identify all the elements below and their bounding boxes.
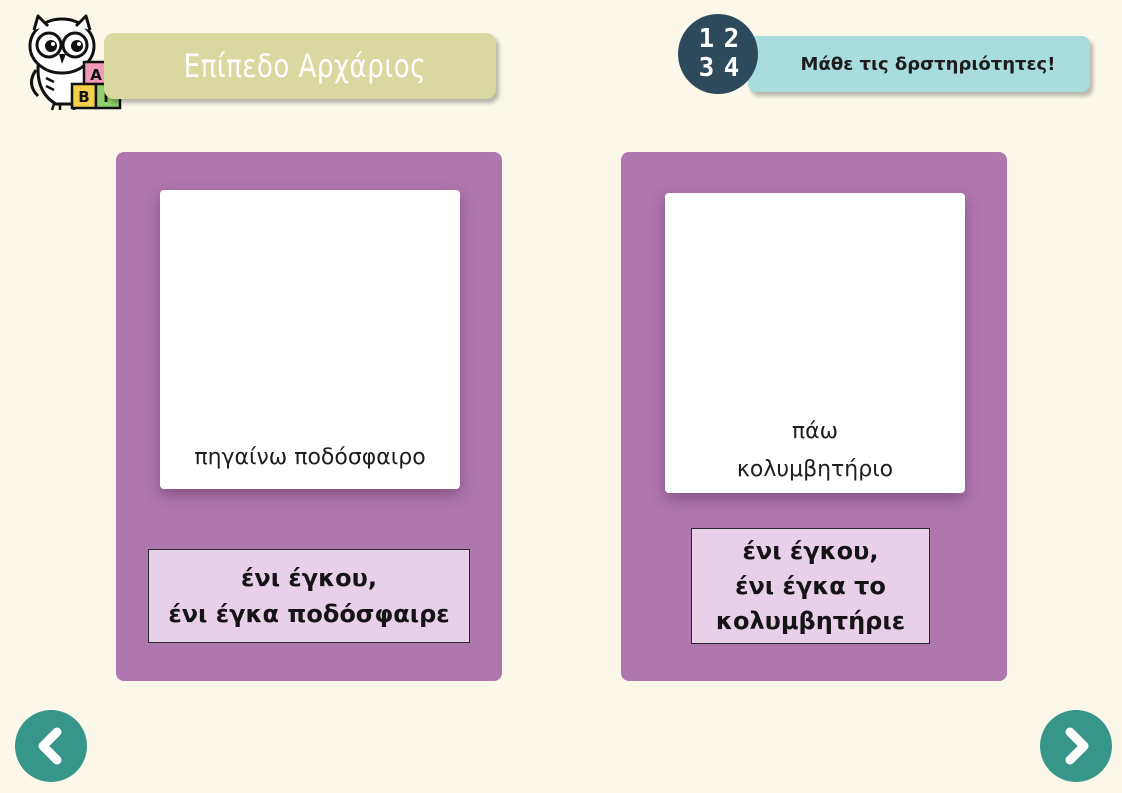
badge-number-2: 2 [723,23,740,54]
activity-card-football: πηγαίνω ποδόσφαιρο ένι έγκου, ένι έγκα π… [116,152,502,681]
picture-label: πηγαίνω ποδόσφαιρο [194,445,426,470]
logo-block-b: Β [78,88,89,106]
picture-label: κολυμβητήριο [736,457,894,482]
logo-block-a: Α [90,66,102,84]
previous-button[interactable] [15,710,87,782]
activity-picture: πάω κολυμβητήριο [665,193,965,493]
learn-activities-banner: Μάθε τις δρστηριότητες! [748,36,1090,92]
activity-card-swimming: πάω κολυμβητήριο ένι έγκου, ένι έγκα το … [621,152,1007,681]
picture-label: πάω [791,419,839,444]
chevron-right-icon [1065,727,1089,765]
learn-activities-title: Μάθε τις δρστηριότητες! [800,53,1056,75]
badge-number-4: 4 [723,52,740,83]
caption-line: ένι έγκου, [742,536,879,565]
caption-line: κολυμβητήριε [715,606,906,635]
badge-number-3: 3 [698,52,715,83]
numbers-badge-icon: 1 2 3 4 [678,14,758,94]
badge-number-1: 1 [698,23,715,54]
caption-line: ένι έγκου, [241,564,377,592]
caption-box: ένι έγκου, ένι έγκα το κολυμβητήριε [691,528,930,644]
caption-box: ένι έγκου, ένι έγκα ποδόσφαιρε [148,549,470,643]
caption-line: ένι έγκα το [735,571,886,600]
chevron-left-icon [38,727,62,765]
activity-picture: πηγαίνω ποδόσφαιρο [160,190,460,489]
caption-line: ένι έγκα ποδόσφαιρε [168,600,450,628]
next-button[interactable] [1040,710,1112,782]
level-banner: Επίπεδο Αρχάριος [104,33,496,99]
level-title: Επίπεδο Αρχάριος [183,47,427,85]
